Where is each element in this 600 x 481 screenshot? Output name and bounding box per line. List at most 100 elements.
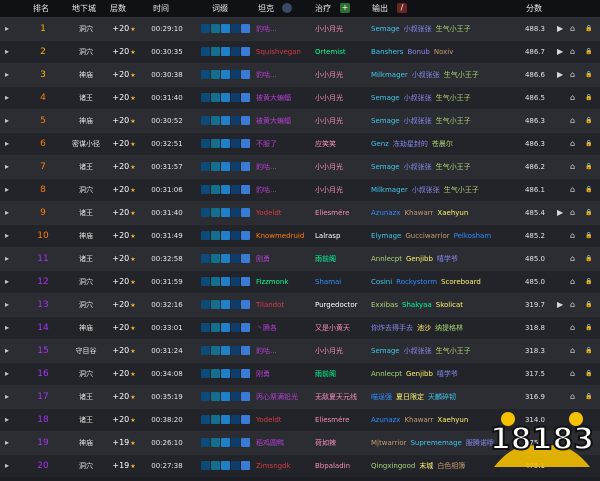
affix-icon[interactable] <box>231 139 240 148</box>
expand-arrow-icon[interactable]: ▸ <box>5 317 13 339</box>
expand-arrow-icon[interactable]: ▸ <box>5 248 13 270</box>
video-icon[interactable]: ▶ <box>557 202 563 224</box>
dps-player[interactable]: Khawarr <box>404 416 433 424</box>
affix-icon[interactable] <box>231 277 240 286</box>
tank-player[interactable]: 豹咕... <box>256 156 310 178</box>
affix-icon[interactable] <box>211 461 220 470</box>
affix-icon[interactable] <box>231 392 240 401</box>
expand-arrow-icon[interactable]: ▸ <box>5 294 13 316</box>
dps-player[interactable]: Cosini <box>371 278 392 286</box>
healer-player[interactable]: 雨前阁 <box>315 363 365 385</box>
header-time[interactable]: 时间 <box>153 0 169 17</box>
healer-player[interactable]: Eliesmére <box>315 409 365 431</box>
affix-icon[interactable] <box>201 300 210 309</box>
healer-player[interactable]: 无敌夏天元线 <box>315 386 365 408</box>
header-dps[interactable]: 输出 <box>372 0 388 17</box>
home-icon[interactable]: ⌂ <box>570 271 575 293</box>
affix-icon[interactable] <box>231 346 240 355</box>
tank-player[interactable]: 被黄大蝙蝠 <box>256 110 310 132</box>
home-icon[interactable]: ⌂ <box>570 317 575 339</box>
affix-icon[interactable] <box>211 323 220 332</box>
affix-icon[interactable] <box>241 323 250 332</box>
tank-player[interactable]: 豹咕... <box>256 64 310 86</box>
affix-icon[interactable] <box>231 369 240 378</box>
affix-icon[interactable] <box>211 277 220 286</box>
dps-player[interactable]: Annlecpt <box>371 255 402 263</box>
tank-player[interactable]: Zimsngdk <box>256 455 310 477</box>
dps-player[interactable]: Noxiv <box>434 48 454 56</box>
tank-player[interactable]: 刚勇 <box>256 248 310 270</box>
home-icon[interactable]: ⌂ <box>570 156 575 178</box>
expand-arrow-icon[interactable]: ▸ <box>5 271 13 293</box>
affix-icon[interactable] <box>221 231 230 240</box>
affix-icon[interactable] <box>241 231 250 240</box>
table-row[interactable]: ▸ 8 洞穴 +20★ 00:31:06 豹咕... 小小月光 Milkmager 小叔张张 生气… <box>0 178 600 201</box>
affix-icon[interactable] <box>241 139 250 148</box>
affix-icon[interactable] <box>231 208 240 217</box>
header-score[interactable]: 分数 <box>526 0 542 17</box>
table-row[interactable]: ▸ 12 洞穴 +20★ 00:31:59 Fizzmonk Shamai Cosini Roc… <box>0 270 600 293</box>
table-row[interactable]: ▸ 16 洞穴 +20★ 00:34:08 刚勇 雨前阁 Annlecpt Genjibb 嘻学爷… <box>0 362 600 385</box>
expand-arrow-icon[interactable]: ▸ <box>5 87 13 109</box>
affix-icon[interactable] <box>241 47 250 56</box>
tank-player[interactable]: 豹咕... <box>256 179 310 201</box>
affix-icon[interactable] <box>221 369 230 378</box>
tank-player[interactable]: 被黄大蝙蝠 <box>256 87 310 109</box>
affix-icon[interactable] <box>201 461 210 470</box>
affix-icon[interactable] <box>221 93 230 102</box>
affix-icon[interactable] <box>211 300 220 309</box>
affix-icon[interactable] <box>231 185 240 194</box>
home-icon[interactable]: ⌂ <box>570 202 575 224</box>
home-icon[interactable]: ⌂ <box>570 294 575 316</box>
affix-icon[interactable] <box>241 254 250 263</box>
lock-icon[interactable]: 🔒 <box>585 64 592 86</box>
affix-icon[interactable] <box>231 323 240 332</box>
dps-player[interactable]: 喵逞强 <box>371 393 392 401</box>
lock-icon[interactable]: 🔒 <box>585 225 592 247</box>
affix-icon[interactable] <box>221 461 230 470</box>
tank-player[interactable]: 丶腾各 <box>256 317 310 339</box>
dps-player[interactable]: Mjtwarrior <box>371 439 406 447</box>
healer-player[interactable]: Shamai <box>315 271 365 293</box>
dps-player[interactable]: Annlecpt <box>371 370 402 378</box>
dps-player[interactable]: 生气小王子 <box>444 71 479 79</box>
affix-icon[interactable] <box>241 461 250 470</box>
header-tank[interactable]: 坦克 <box>258 0 274 17</box>
affix-icon[interactable] <box>241 116 250 125</box>
dps-player[interactable]: 嘻学爷 <box>437 255 458 263</box>
video-icon[interactable]: ▶ <box>557 64 563 86</box>
dps-player[interactable]: Pelkosham <box>454 232 492 240</box>
healer-player[interactable]: Bbpaladin <box>315 455 365 477</box>
expand-arrow-icon[interactable]: ▸ <box>5 386 13 408</box>
dps-player[interactable]: Semage <box>371 347 400 355</box>
affix-icon[interactable] <box>201 323 210 332</box>
dps-player[interactable]: Semage <box>371 117 400 125</box>
affix-icon[interactable] <box>221 70 230 79</box>
table-row[interactable]: ▸ 6 密谋小径 +20★ 00:32:51 不服了 应笑笑 Genz 冻劫星封的 苍晨尔 486.… <box>0 132 600 155</box>
dps-player[interactable]: 生气小王子 <box>436 347 471 355</box>
expand-arrow-icon[interactable]: ▸ <box>5 363 13 385</box>
expand-arrow-icon[interactable]: ▸ <box>5 133 13 155</box>
table-row[interactable]: ▸ 7 诸王 +20★ 00:31:57 豹咕... 小小月光 Semage 小叔张张 生气小王子… <box>0 155 600 178</box>
affix-icon[interactable] <box>221 415 230 424</box>
expand-arrow-icon[interactable]: ▸ <box>5 225 13 247</box>
affix-icon[interactable] <box>201 116 210 125</box>
dps-player[interactable]: Rockystorm <box>396 278 437 286</box>
header-rank[interactable]: 排名 <box>33 0 49 17</box>
lock-icon[interactable]: 🔒 <box>585 133 592 155</box>
table-row[interactable]: ▸ 5 神庙 +20★ 00:30:52 被黄大蝙蝠 小小月光 Semage 小叔张张 生气小王子… <box>0 109 600 132</box>
home-icon[interactable]: ⌂ <box>570 87 575 109</box>
affix-icon[interactable] <box>211 47 220 56</box>
tank-player[interactable]: Yodeldt <box>256 409 310 431</box>
lock-icon[interactable]: 🔒 <box>585 248 592 270</box>
affix-icon[interactable] <box>231 300 240 309</box>
header-affixes[interactable]: 词缀 <box>212 0 228 17</box>
lock-icon[interactable]: 🔒 <box>585 41 592 63</box>
affix-icon[interactable] <box>241 369 250 378</box>
healer-player[interactable]: 雨前阁 <box>315 248 365 270</box>
home-icon[interactable]: ⌂ <box>570 41 575 63</box>
healer-player[interactable]: 又是小黄天 <box>315 317 365 339</box>
tank-player[interactable]: Fizzmonk <box>256 271 310 293</box>
dps-player[interactable]: Milkmager <box>371 186 408 194</box>
video-icon[interactable]: ▶ <box>557 294 563 316</box>
